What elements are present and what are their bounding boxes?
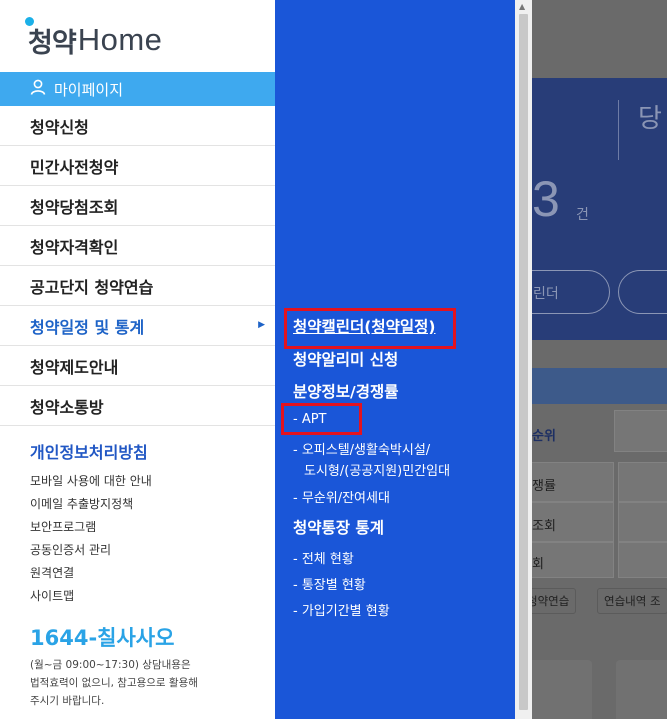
background-field-6 bbox=[532, 542, 614, 578]
footer-links: 모바일 사용에 대한 안내 이메일 추출방지정책 보안프로그램 공동인증서 관리… bbox=[30, 469, 152, 607]
background-calendar-button: 린더 bbox=[532, 270, 610, 314]
my-page-button[interactable]: 마이페이지 bbox=[0, 72, 275, 106]
call-center-notice: (월~금 09:00~17:30) 상담내용은 법적효력이 없으니, 참고용으로… bbox=[30, 659, 198, 707]
menu-item-system-guide[interactable]: 청약제도안내 bbox=[0, 346, 275, 386]
background-card-2 bbox=[616, 660, 667, 719]
submenu-panel: 청약캘린더(청약일정) 청약알리미 신청 분양정보/경쟁률 - APT - 오피… bbox=[275, 0, 515, 719]
privacy-policy-link[interactable]: 개인정보처리방침 bbox=[30, 439, 148, 463]
background-field-5 bbox=[618, 502, 667, 542]
scrollbar-thumb[interactable] bbox=[519, 14, 528, 710]
menu-item-apply[interactable]: 청약신청 bbox=[0, 106, 275, 146]
logo-korean: 청약 bbox=[25, 16, 77, 60]
main-menu: 청약신청 민간사전청약 청약당첨조회 청약자격확인 공고단지 청약연습 청약일정… bbox=[0, 106, 275, 426]
background-field-7 bbox=[618, 542, 667, 578]
menu-item-schedule-stats[interactable]: 청약일정 및 통계 ▶ bbox=[0, 306, 275, 346]
submenu-leftover-link[interactable]: - 무순위/잔여세대 bbox=[293, 487, 390, 506]
chevron-right-icon: ▶ bbox=[258, 320, 265, 330]
footer-link-certificate[interactable]: 공동인증서 관리 bbox=[30, 538, 152, 561]
scrollbar[interactable]: ▲ bbox=[515, 0, 532, 719]
background-field-3 bbox=[618, 462, 667, 502]
side-menu-panel: 청약 Home 마이페이지 청약신청 민간사전청약 청약당첨조회 청약자격확인 … bbox=[0, 0, 275, 719]
logo-english: Home bbox=[77, 22, 163, 57]
submenu-by-period-link[interactable]: - 가입기간별 현황 bbox=[293, 600, 390, 619]
submenu-by-account-link[interactable]: - 통장별 현황 bbox=[293, 574, 366, 593]
background-item4-label: 회 bbox=[532, 557, 544, 572]
background-count-unit: 건 bbox=[576, 207, 589, 223]
background-field-1 bbox=[614, 410, 667, 452]
footer-link-security[interactable]: 보안프로그램 bbox=[30, 515, 152, 538]
menu-item-private-pre-subscription[interactable]: 민간사전청약 bbox=[0, 146, 275, 186]
submenu-alimi-link[interactable]: 청약알리미 신청 bbox=[293, 348, 398, 370]
submenu-total-link[interactable]: - 전체 현황 bbox=[293, 548, 354, 567]
menu-item-winning-result[interactable]: 청약당첨조회 bbox=[0, 186, 275, 226]
background-band bbox=[532, 368, 667, 404]
background-heading-fragment: 당 bbox=[638, 104, 662, 134]
dimmed-background-page: 당 3 건 린더 순위 쟁률 조회 회 청약연습 연습내역 조 bbox=[532, 0, 667, 719]
background-history-button: 연습내역 조 bbox=[597, 588, 667, 614]
site-logo[interactable]: 청약 Home bbox=[25, 16, 163, 60]
my-page-label: 마이페이지 bbox=[54, 80, 124, 99]
background-inquiry-label: 조회 bbox=[532, 519, 556, 534]
footer-link-sitemap[interactable]: 사이트맵 bbox=[30, 584, 152, 607]
background-divider bbox=[618, 100, 619, 160]
background-count: 3 bbox=[532, 171, 560, 227]
background-card-1 bbox=[532, 660, 592, 719]
submenu-account-stats-link[interactable]: 청약통장 통계 bbox=[293, 516, 384, 538]
scroll-up-icon[interactable]: ▲ bbox=[519, 2, 525, 11]
menu-item-communication[interactable]: 청약소통방 bbox=[0, 386, 275, 426]
menu-item-practice[interactable]: 공고단지 청약연습 bbox=[0, 266, 275, 306]
footer-link-mobile-guide[interactable]: 모바일 사용에 대한 안내 bbox=[30, 469, 152, 492]
submenu-officetel-link-line2[interactable]: 도시형/(공공지원)민간임대 bbox=[304, 460, 450, 479]
footer-link-remote[interactable]: 원격연결 bbox=[30, 561, 152, 584]
submenu-apt-link[interactable]: - APT bbox=[293, 412, 327, 427]
footer-link-email-policy[interactable]: 이메일 추출방지정책 bbox=[30, 492, 152, 515]
submenu-calendar-link[interactable]: 청약캘린더(청약일정) bbox=[293, 315, 436, 337]
background-rank-label: 순위 bbox=[532, 429, 556, 444]
background-practice-button: 청약연습 bbox=[532, 588, 577, 614]
call-center-number: 1644-칠사사오 bbox=[30, 626, 175, 650]
menu-item-qualification-check[interactable]: 청약자격확인 bbox=[0, 226, 275, 266]
background-pill-button bbox=[618, 270, 667, 314]
person-icon bbox=[30, 79, 46, 99]
background-competition-label: 쟁률 bbox=[532, 479, 556, 494]
submenu-sale-info-link[interactable]: 분양정보/경쟁률 bbox=[293, 380, 398, 402]
submenu-officetel-link[interactable]: - 오피스텔/생활숙박시설/ bbox=[293, 439, 430, 458]
